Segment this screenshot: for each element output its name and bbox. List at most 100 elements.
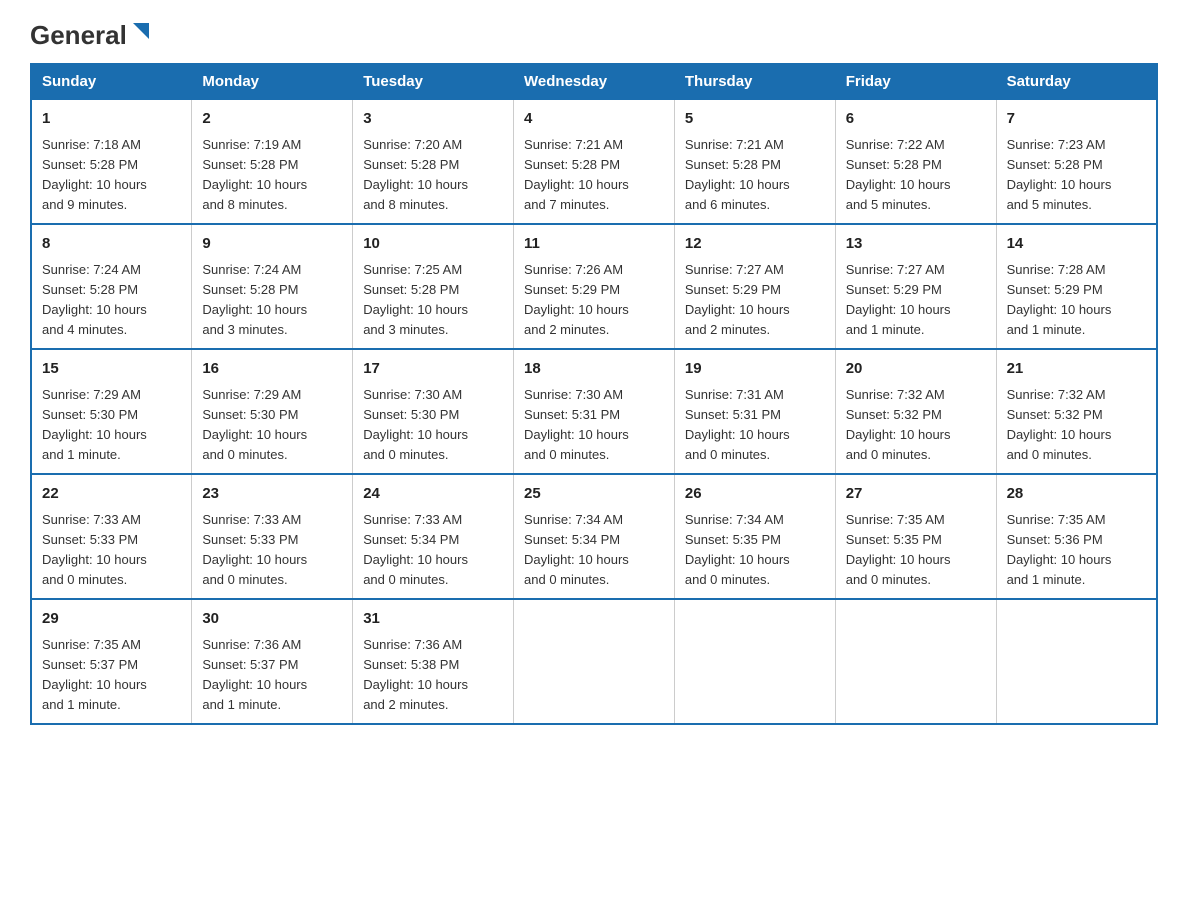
header-friday: Friday [835, 64, 996, 99]
day-number: 13 [846, 233, 986, 256]
cell-info: Sunrise: 7:22 AMSunset: 5:28 PMDaylight:… [846, 137, 951, 212]
calendar-cell: 21 Sunrise: 7:32 AMSunset: 5:32 PMDaylig… [996, 349, 1157, 474]
cell-info: Sunrise: 7:36 AMSunset: 5:37 PMDaylight:… [202, 637, 307, 712]
cell-info: Sunrise: 7:21 AMSunset: 5:28 PMDaylight:… [524, 137, 629, 212]
cell-info: Sunrise: 7:25 AMSunset: 5:28 PMDaylight:… [363, 262, 468, 337]
day-number: 2 [202, 108, 342, 131]
calendar-cell: 27 Sunrise: 7:35 AMSunset: 5:35 PMDaylig… [835, 474, 996, 599]
calendar-week-row: 22 Sunrise: 7:33 AMSunset: 5:33 PMDaylig… [31, 474, 1157, 599]
cell-info: Sunrise: 7:26 AMSunset: 5:29 PMDaylight:… [524, 262, 629, 337]
day-number: 16 [202, 358, 342, 381]
day-number: 19 [685, 358, 825, 381]
cell-info: Sunrise: 7:24 AMSunset: 5:28 PMDaylight:… [42, 262, 147, 337]
calendar-cell: 10 Sunrise: 7:25 AMSunset: 5:28 PMDaylig… [353, 224, 514, 349]
calendar-cell: 12 Sunrise: 7:27 AMSunset: 5:29 PMDaylig… [674, 224, 835, 349]
day-number: 5 [685, 108, 825, 131]
day-number: 10 [363, 233, 503, 256]
calendar-cell: 2 Sunrise: 7:19 AMSunset: 5:28 PMDayligh… [192, 99, 353, 224]
cell-info: Sunrise: 7:29 AMSunset: 5:30 PMDaylight:… [202, 387, 307, 462]
day-number: 17 [363, 358, 503, 381]
calendar-cell [996, 599, 1157, 724]
day-number: 23 [202, 483, 342, 506]
calendar-cell: 23 Sunrise: 7:33 AMSunset: 5:33 PMDaylig… [192, 474, 353, 599]
cell-info: Sunrise: 7:27 AMSunset: 5:29 PMDaylight:… [846, 262, 951, 337]
calendar-cell: 9 Sunrise: 7:24 AMSunset: 5:28 PMDayligh… [192, 224, 353, 349]
day-number: 22 [42, 483, 181, 506]
calendar-table: SundayMondayTuesdayWednesdayThursdayFrid… [30, 63, 1158, 725]
header-monday: Monday [192, 64, 353, 99]
cell-info: Sunrise: 7:24 AMSunset: 5:28 PMDaylight:… [202, 262, 307, 337]
page-header: General [30, 20, 1158, 45]
day-number: 25 [524, 483, 664, 506]
day-number: 29 [42, 608, 181, 631]
header-wednesday: Wednesday [514, 64, 675, 99]
calendar-cell: 8 Sunrise: 7:24 AMSunset: 5:28 PMDayligh… [31, 224, 192, 349]
calendar-cell [835, 599, 996, 724]
cell-info: Sunrise: 7:28 AMSunset: 5:29 PMDaylight:… [1007, 262, 1112, 337]
cell-info: Sunrise: 7:33 AMSunset: 5:34 PMDaylight:… [363, 512, 468, 587]
day-number: 1 [42, 108, 181, 131]
day-number: 27 [846, 483, 986, 506]
calendar-cell: 22 Sunrise: 7:33 AMSunset: 5:33 PMDaylig… [31, 474, 192, 599]
cell-info: Sunrise: 7:34 AMSunset: 5:34 PMDaylight:… [524, 512, 629, 587]
calendar-cell: 20 Sunrise: 7:32 AMSunset: 5:32 PMDaylig… [835, 349, 996, 474]
cell-info: Sunrise: 7:31 AMSunset: 5:31 PMDaylight:… [685, 387, 790, 462]
cell-info: Sunrise: 7:21 AMSunset: 5:28 PMDaylight:… [685, 137, 790, 212]
calendar-cell: 25 Sunrise: 7:34 AMSunset: 5:34 PMDaylig… [514, 474, 675, 599]
day-number: 4 [524, 108, 664, 131]
calendar-cell: 7 Sunrise: 7:23 AMSunset: 5:28 PMDayligh… [996, 99, 1157, 224]
day-number: 7 [1007, 108, 1146, 131]
day-number: 21 [1007, 358, 1146, 381]
calendar-cell: 31 Sunrise: 7:36 AMSunset: 5:38 PMDaylig… [353, 599, 514, 724]
calendar-cell [514, 599, 675, 724]
calendar-cell: 11 Sunrise: 7:26 AMSunset: 5:29 PMDaylig… [514, 224, 675, 349]
logo-general: General [30, 20, 127, 51]
calendar-cell: 26 Sunrise: 7:34 AMSunset: 5:35 PMDaylig… [674, 474, 835, 599]
calendar-cell: 5 Sunrise: 7:21 AMSunset: 5:28 PMDayligh… [674, 99, 835, 224]
calendar-cell: 1 Sunrise: 7:18 AMSunset: 5:28 PMDayligh… [31, 99, 192, 224]
calendar-cell: 16 Sunrise: 7:29 AMSunset: 5:30 PMDaylig… [192, 349, 353, 474]
cell-info: Sunrise: 7:30 AMSunset: 5:30 PMDaylight:… [363, 387, 468, 462]
calendar-cell: 17 Sunrise: 7:30 AMSunset: 5:30 PMDaylig… [353, 349, 514, 474]
cell-info: Sunrise: 7:30 AMSunset: 5:31 PMDaylight:… [524, 387, 629, 462]
day-number: 12 [685, 233, 825, 256]
cell-info: Sunrise: 7:23 AMSunset: 5:28 PMDaylight:… [1007, 137, 1112, 212]
calendar-week-row: 8 Sunrise: 7:24 AMSunset: 5:28 PMDayligh… [31, 224, 1157, 349]
cell-info: Sunrise: 7:32 AMSunset: 5:32 PMDaylight:… [1007, 387, 1112, 462]
header-sunday: Sunday [31, 64, 192, 99]
calendar-cell: 15 Sunrise: 7:29 AMSunset: 5:30 PMDaylig… [31, 349, 192, 474]
header-thursday: Thursday [674, 64, 835, 99]
day-number: 9 [202, 233, 342, 256]
calendar-cell: 30 Sunrise: 7:36 AMSunset: 5:37 PMDaylig… [192, 599, 353, 724]
calendar-cell: 13 Sunrise: 7:27 AMSunset: 5:29 PMDaylig… [835, 224, 996, 349]
calendar-week-row: 29 Sunrise: 7:35 AMSunset: 5:37 PMDaylig… [31, 599, 1157, 724]
day-number: 3 [363, 108, 503, 131]
calendar-cell [674, 599, 835, 724]
calendar-week-row: 15 Sunrise: 7:29 AMSunset: 5:30 PMDaylig… [31, 349, 1157, 474]
day-number: 8 [42, 233, 181, 256]
calendar-cell: 14 Sunrise: 7:28 AMSunset: 5:29 PMDaylig… [996, 224, 1157, 349]
cell-info: Sunrise: 7:32 AMSunset: 5:32 PMDaylight:… [846, 387, 951, 462]
cell-info: Sunrise: 7:19 AMSunset: 5:28 PMDaylight:… [202, 137, 307, 212]
calendar-header-row: SundayMondayTuesdayWednesdayThursdayFrid… [31, 64, 1157, 99]
day-number: 11 [524, 233, 664, 256]
logo-triangle-icon [129, 21, 151, 43]
calendar-cell: 19 Sunrise: 7:31 AMSunset: 5:31 PMDaylig… [674, 349, 835, 474]
day-number: 28 [1007, 483, 1146, 506]
day-number: 15 [42, 358, 181, 381]
cell-info: Sunrise: 7:35 AMSunset: 5:36 PMDaylight:… [1007, 512, 1112, 587]
calendar-cell: 24 Sunrise: 7:33 AMSunset: 5:34 PMDaylig… [353, 474, 514, 599]
calendar-week-row: 1 Sunrise: 7:18 AMSunset: 5:28 PMDayligh… [31, 99, 1157, 224]
cell-info: Sunrise: 7:35 AMSunset: 5:35 PMDaylight:… [846, 512, 951, 587]
cell-info: Sunrise: 7:27 AMSunset: 5:29 PMDaylight:… [685, 262, 790, 337]
day-number: 18 [524, 358, 664, 381]
calendar-cell: 6 Sunrise: 7:22 AMSunset: 5:28 PMDayligh… [835, 99, 996, 224]
day-number: 14 [1007, 233, 1146, 256]
day-number: 31 [363, 608, 503, 631]
calendar-cell: 29 Sunrise: 7:35 AMSunset: 5:37 PMDaylig… [31, 599, 192, 724]
cell-info: Sunrise: 7:35 AMSunset: 5:37 PMDaylight:… [42, 637, 147, 712]
cell-info: Sunrise: 7:36 AMSunset: 5:38 PMDaylight:… [363, 637, 468, 712]
day-number: 24 [363, 483, 503, 506]
header-saturday: Saturday [996, 64, 1157, 99]
header-tuesday: Tuesday [353, 64, 514, 99]
